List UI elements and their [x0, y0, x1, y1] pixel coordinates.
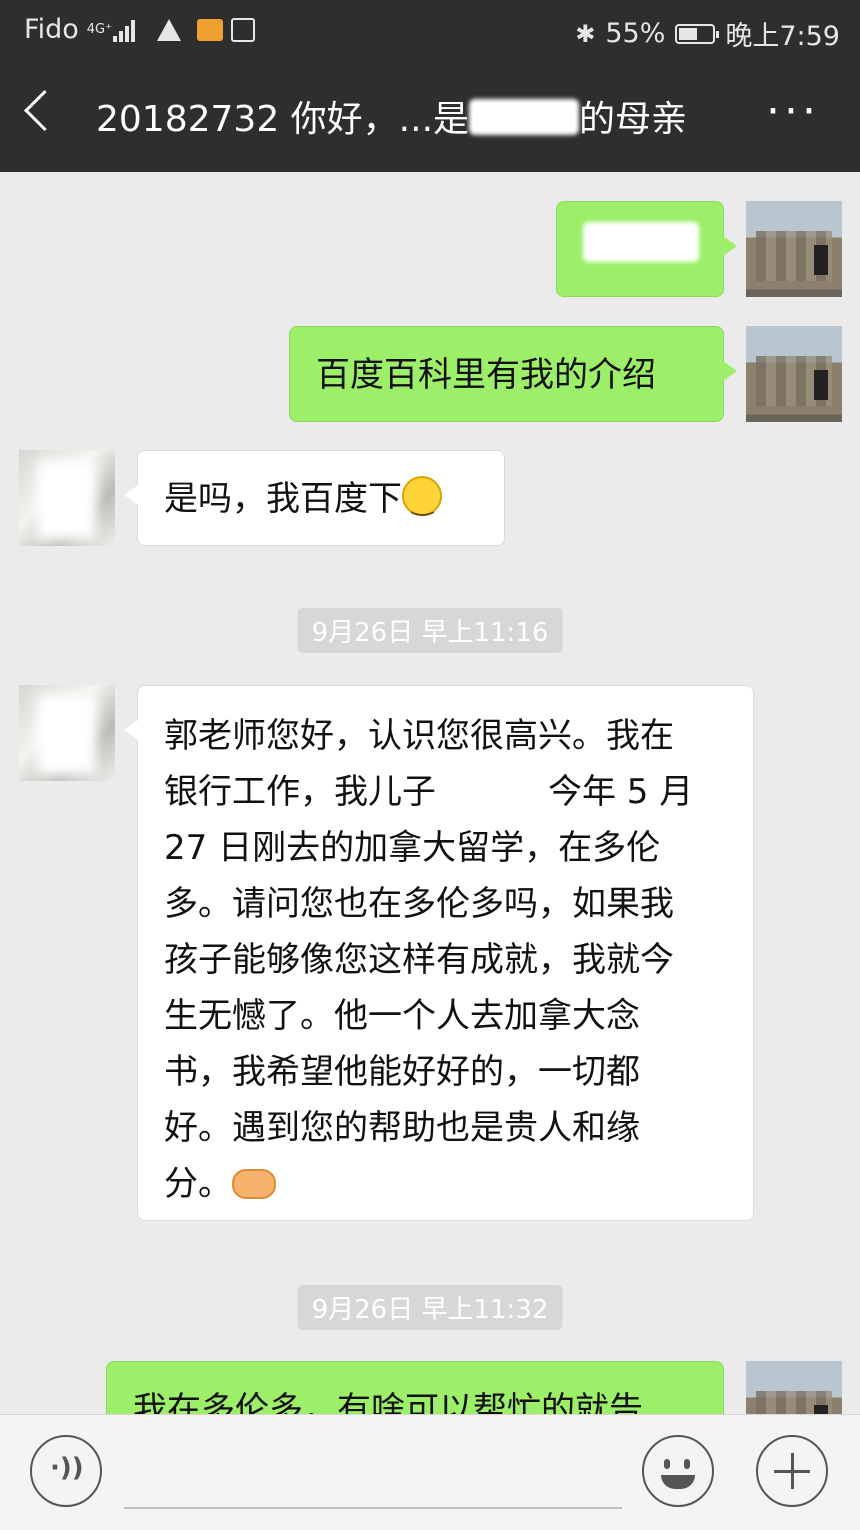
contact-message-bubble[interactable]: 郭老师您好，认识您很高兴。我在 银行工作，我儿子 今年 5 月 27 日刚去的加拿… — [124, 685, 754, 1221]
contact-avatar[interactable] — [19, 450, 115, 546]
plus-icon[interactable] — [756, 1435, 828, 1507]
chat-header: 20182732 你好，...是 的母亲 ··· — [0, 60, 860, 172]
mail-icon — [196, 18, 223, 41]
message-list[interactable]: 百度百科里有我的介绍 是吗，我百度下 9月26日 早上11:16 郭老师您好，认… — [0, 172, 860, 1414]
handshake-emoji-icon — [232, 1169, 276, 1199]
redacted-text — [583, 222, 699, 262]
redacted-name — [436, 771, 548, 807]
input-bar — [0, 1414, 860, 1530]
chat-title-suffix: 的母亲 — [579, 99, 688, 140]
battery-icon — [675, 23, 720, 44]
redacted-name — [469, 99, 580, 135]
message-line: 多。请问您也在多伦多吗，如果我 — [164, 884, 674, 924]
voice-icon[interactable] — [30, 1435, 102, 1507]
clock: 晚上7:59 — [725, 21, 840, 52]
battery-percent: 55% — [605, 18, 666, 49]
download-icon — [230, 17, 255, 42]
message-line: 银行工作，我儿子 今年 5 月 — [164, 771, 694, 812]
message-text: 百度百科里有我的介绍 — [316, 355, 656, 395]
my-message-bubble[interactable] — [556, 201, 737, 297]
back-arrow-icon[interactable] — [23, 89, 66, 132]
timestamp: 9月26日 早上11:32 — [297, 1285, 563, 1330]
more-options-icon[interactable]: ··· — [766, 86, 820, 137]
emoji-icon[interactable] — [642, 1435, 714, 1507]
message-line: 分。 — [164, 1156, 727, 1212]
my-avatar[interactable] — [746, 1361, 842, 1414]
message-text: 是吗，我百度下 — [164, 479, 402, 519]
message-line: 书，我希望他能好好的，一切都 — [164, 1052, 640, 1092]
timestamp: 9月26日 早上11:16 — [297, 608, 563, 653]
warning-icon — [156, 18, 181, 41]
signal-icon — [112, 18, 135, 42]
bluetooth-icon: ✱ — [575, 19, 596, 48]
message-line: 孩子能够像您这样有成就，我就今 — [164, 940, 674, 980]
battery-level — [679, 27, 697, 40]
my-message-bubble[interactable]: 百度百科里有我的介绍 — [289, 326, 737, 422]
my-avatar[interactable] — [746, 326, 842, 422]
carrier-label: Fido — [24, 14, 79, 45]
text-input[interactable] — [124, 1507, 622, 1509]
chat-title-prefix: 20182732 你好，...是 — [96, 99, 470, 140]
contact-message-bubble[interactable]: 是吗，我百度下 — [124, 450, 505, 546]
message-line: 郭老师您好，认识您很高兴。我在 — [164, 716, 674, 756]
status-bar: Fido 4G⁺ ✱ 55% 晚上7:59 — [0, 0, 860, 60]
my-message-bubble[interactable]: 我在多伦多，有啥可以帮忙的就告 — [106, 1361, 724, 1414]
message-line: 生无憾了。他一个人去加拿大念 — [164, 996, 640, 1036]
smiley-emoji-icon — [402, 474, 442, 530]
message-text: 我在多伦多，有啥可以帮忙的就告 — [133, 1390, 643, 1414]
message-line: 好。遇到您的帮助也是贵人和缘 — [164, 1108, 640, 1148]
message-line: 27 日刚去的加拿大留学，在多伦 — [164, 828, 661, 868]
network-type: 4G⁺ — [86, 21, 112, 37]
my-avatar[interactable] — [746, 201, 842, 297]
chat-title: 20182732 你好，...是 的母亲 — [96, 90, 687, 142]
contact-avatar[interactable] — [19, 685, 115, 781]
